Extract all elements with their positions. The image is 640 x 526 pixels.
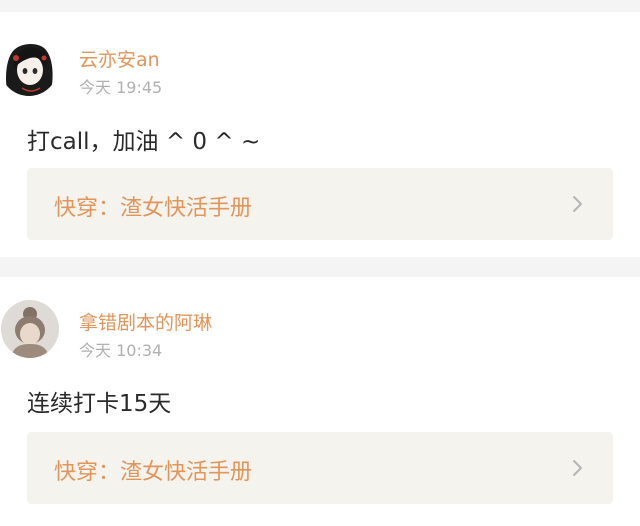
book-link[interactable]: 快穿：渣女快活手册: [27, 168, 613, 240]
avatar-photo-icon: [1, 300, 59, 358]
top-gap: [0, 0, 640, 12]
avatar-anime-girl-icon: [0, 38, 58, 96]
comment-card: 云亦安an 今天 19:45 打call，加油 ^ 0 ^ ~ 快穿：渣女快活手…: [0, 12, 640, 257]
chevron-right-icon: [573, 196, 582, 212]
chevron-right-icon: [573, 460, 582, 476]
username[interactable]: 拿错剧本的阿琳: [79, 308, 212, 335]
book-title: 快穿：渣女快活手册: [54, 196, 253, 221]
comment-text: 打call，加油 ^ 0 ^ ~: [27, 129, 261, 155]
user-avatar[interactable]: [1, 300, 59, 358]
book-title: 快穿：渣女快活手册: [54, 460, 253, 485]
section-divider: [0, 257, 640, 277]
user-avatar[interactable]: [0, 38, 58, 96]
comment-text: 连续打卡15天: [27, 391, 172, 417]
comment-time: 今天 19:45: [79, 78, 163, 97]
comment-time: 今天 10:34: [79, 341, 163, 360]
book-link[interactable]: 快穿：渣女快活手册: [27, 432, 613, 504]
comment-card: 拿错剧本的阿琳 今天 10:34 连续打卡15天 快穿：渣女快活手册: [0, 277, 640, 526]
username[interactable]: 云亦安an: [79, 45, 160, 72]
